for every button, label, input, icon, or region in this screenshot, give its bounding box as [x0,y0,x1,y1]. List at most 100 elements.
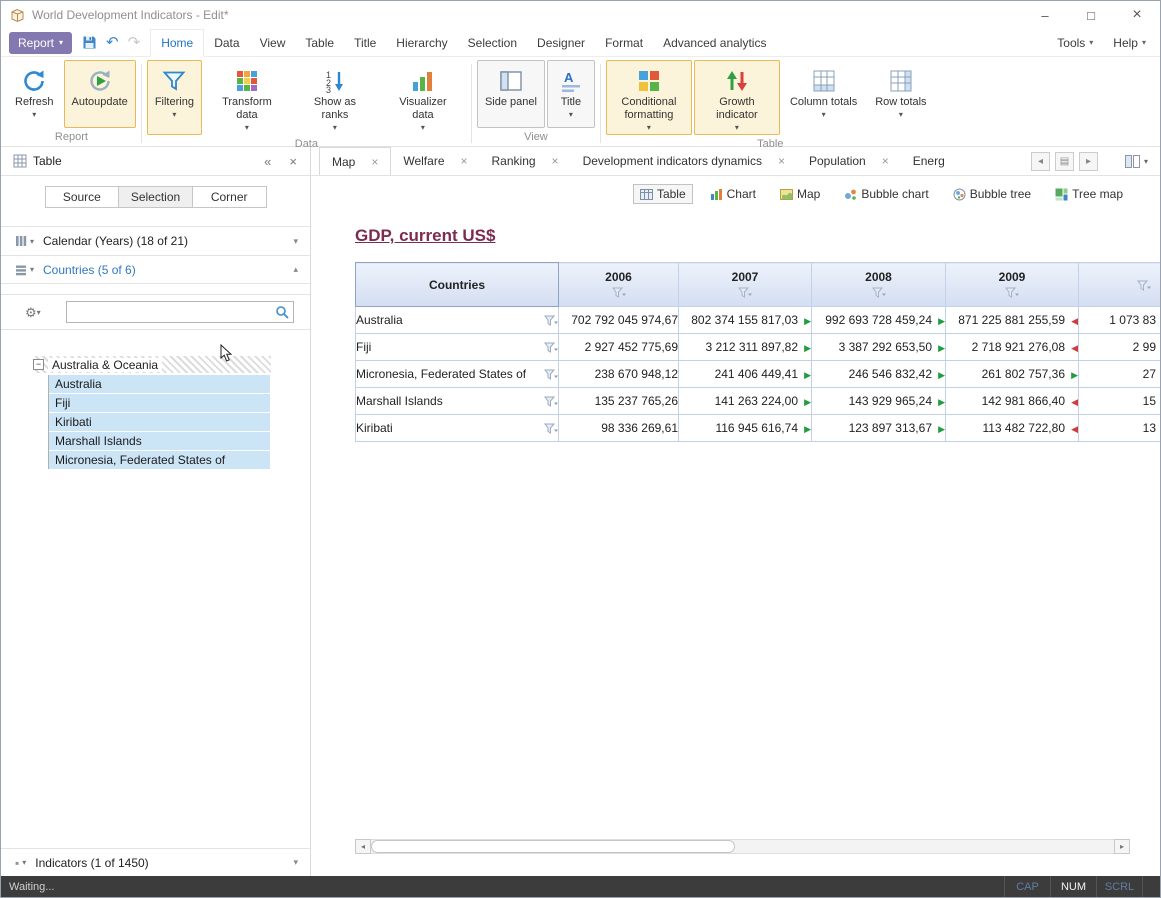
horizontal-scrollbar[interactable]: ◂ ▸ [355,839,1130,854]
side-panel-button[interactable]: Side panel [477,60,545,128]
maximize-button[interactable]: □ [1068,1,1114,29]
scrollbar-track[interactable] [371,839,1114,854]
close-panel-button[interactable]: × [282,154,304,169]
doc-tab-development-indicators-dynamics[interactable]: Development indicators dynamics × [571,147,797,175]
menu-tab-data[interactable]: Data [204,29,249,56]
sidebar-tab-selection[interactable]: Selection [119,186,193,208]
column-totals-button[interactable]: Column totals ▾ [782,60,865,135]
menu-tab-format[interactable]: Format [595,29,653,56]
scroll-left-button[interactable]: ◂ [355,839,371,854]
refresh-button[interactable]: Refresh ▾ [7,60,62,128]
view-map-button[interactable]: Map [773,184,827,204]
row-totals-button[interactable]: Row totals ▾ [867,60,934,135]
tab-scroll-right-button[interactable]: ▸ [1079,152,1098,171]
column-filter-icon[interactable] [679,287,811,299]
save-icon[interactable] [82,35,97,50]
column-filter-icon[interactable] [1079,280,1160,292]
tree-item-kiribati[interactable]: Kiribati [49,413,270,431]
sidebar-tab-corner[interactable]: Corner [193,186,267,208]
calendar-dimension-row[interactable]: ▾ Calendar (Years) (18 of 21) ▾ [1,226,310,255]
row-filter-icon[interactable] [544,342,558,353]
doc-tab-ranking[interactable]: Ranking × [480,147,571,175]
view-tree-map-button[interactable]: Tree map [1048,184,1130,204]
menu-tab-advanced-analytics[interactable]: Advanced analytics [653,29,776,56]
column-filter-icon[interactable] [812,287,945,299]
transform-data-button[interactable]: Transform data ▾ [204,60,290,135]
redo-icon[interactable]: ↷ [128,35,141,50]
tree-item-australia[interactable]: Australia [49,375,270,393]
country-cell[interactable]: Micronesia, Federated States of [356,361,559,388]
scroll-right-button[interactable]: ▸ [1114,839,1130,854]
visualizer-data-button[interactable]: Visualizer data ▾ [380,60,466,135]
expand-icon[interactable]: ▾ [293,857,298,868]
row-filter-icon[interactable] [544,369,558,380]
chevron-down-icon[interactable]: ▾ [30,237,34,246]
menu-tab-selection[interactable]: Selection [458,29,527,56]
scrollbar-thumb[interactable] [371,840,735,853]
collapse-icon[interactable]: ▴ [293,264,298,275]
tree-group-australia-oceania[interactable]: − Australia & Oceania [33,356,271,373]
doc-tab-energy[interactable]: Energ [901,147,957,175]
country-cell[interactable]: Kiribati [356,415,559,442]
column-filter-icon[interactable] [559,287,678,299]
country-cell[interactable]: Australia [356,307,559,334]
help-menu[interactable]: Help ▾ [1113,36,1146,50]
doc-tab-map[interactable]: Map × [319,147,391,175]
row-filter-icon[interactable] [544,315,558,326]
year-header-cell-2007[interactable]: 2007 [679,263,812,307]
row-filter-icon[interactable] [544,423,558,434]
countries-header-cell[interactable]: Countries [356,263,559,307]
countries-dimension-row[interactable]: ▾ Countries (5 of 6) ▴ [1,255,310,284]
title-button[interactable]: A Title ▾ [547,60,595,128]
country-cell[interactable]: Fiji [356,334,559,361]
tab-close-icon[interactable]: × [882,154,889,168]
report-menu-button[interactable]: Report ▾ [9,32,72,54]
country-cell[interactable]: Marshall Islands [356,388,559,415]
menu-tab-hierarchy[interactable]: Hierarchy [386,29,457,56]
tree-item-micronesia[interactable]: Micronesia, Federated States of [49,451,270,469]
gear-icon[interactable]: ⚙ [25,306,37,319]
tab-close-icon[interactable]: × [461,154,468,168]
search-icon[interactable] [275,305,289,319]
indicators-dimension-row[interactable]: ▪ ▾ Indicators (1 of 1450) ▾ [1,848,310,876]
autoupdate-button[interactable]: Autoupdate [64,60,136,128]
chevron-down-icon[interactable]: ▾ [22,858,26,867]
view-chart-button[interactable]: Chart [703,184,763,204]
year-header-cell-partial[interactable] [1079,263,1161,307]
tab-scroll-left-button[interactable]: ◂ [1031,152,1050,171]
collapse-node-icon[interactable]: − [33,359,44,370]
collapse-panel-button[interactable]: « [253,154,282,169]
tab-list-button[interactable]: ▤ [1055,152,1074,171]
column-filter-icon[interactable] [946,287,1078,299]
menu-tab-designer[interactable]: Designer [527,29,595,56]
tab-close-icon[interactable]: × [778,154,785,168]
view-bubble-tree-button[interactable]: Bubble tree [946,184,1038,204]
conditional-formatting-button[interactable]: Conditional formatting ▾ [606,60,692,135]
tab-close-icon[interactable]: × [552,154,559,168]
doc-tab-population[interactable]: Population × [797,147,901,175]
tree-item-marshall-islands[interactable]: Marshall Islands [49,432,270,450]
menu-tab-title[interactable]: Title [344,29,386,56]
tree-item-fiji[interactable]: Fiji [49,394,270,412]
view-bubble-chart-button[interactable]: Bubble chart [837,184,935,204]
menu-tab-home[interactable]: Home [150,29,204,57]
tab-close-icon[interactable]: × [371,155,378,169]
sidebar-tab-source[interactable]: Source [45,186,120,208]
year-header-cell-2009[interactable]: 2009 [946,263,1079,307]
view-table-button[interactable]: Table [633,184,693,204]
expand-icon[interactable]: ▾ [293,236,298,247]
filtering-button[interactable]: Filtering ▾ [147,60,202,135]
show-as-ranks-button[interactable]: 123 Show as ranks ▾ [292,60,378,135]
growth-indicator-button[interactable]: Growth indicator ▾ [694,60,780,135]
year-header-cell-2006[interactable]: 2006 [559,263,679,307]
menu-tab-table[interactable]: Table [295,29,344,56]
row-filter-icon[interactable] [544,396,558,407]
search-input[interactable] [67,303,275,321]
minimize-button[interactable]: – [1022,1,1068,29]
chevron-down-icon[interactable]: ▾ [30,265,34,274]
year-header-cell-2008[interactable]: 2008 [812,263,946,307]
close-button[interactable]: × [1114,1,1160,29]
undo-icon[interactable]: ↶ [106,35,119,50]
split-view-button[interactable]: ▾ [1125,155,1148,168]
menu-tab-view[interactable]: View [250,29,296,56]
